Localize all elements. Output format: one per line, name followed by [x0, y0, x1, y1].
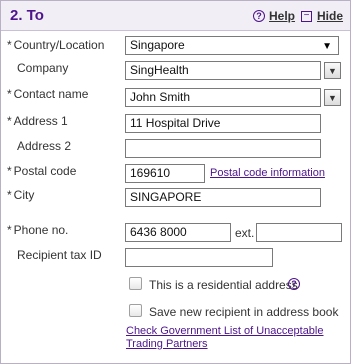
address1-label: * Address 1	[7, 114, 68, 128]
government-list-link[interactable]: Check Government List of Unacceptable	[126, 325, 324, 337]
phone-field[interactable]: 6436 8000	[125, 223, 231, 242]
hide-label: Hide	[317, 9, 344, 23]
chevron-down-icon: ▼	[328, 65, 337, 76]
postal-label: * Postal code	[7, 164, 77, 178]
contact-dropdown-button[interactable]: ▼	[324, 89, 341, 106]
save-recipient-label: Save new recipient in address book	[149, 305, 339, 319]
collapse-icon: −	[301, 10, 312, 22]
help-icon[interactable]: ?	[288, 278, 300, 290]
save-recipient-checkbox[interactable]	[129, 304, 142, 317]
hide-link[interactable]: − Hide	[301, 9, 343, 23]
city-field[interactable]: SINGAPORE	[125, 188, 321, 207]
company-label: Company	[17, 61, 69, 75]
phone-ext-field[interactable]	[256, 223, 342, 242]
postal-code-info-link[interactable]: Postal code information	[210, 167, 325, 179]
address1-field[interactable]: 11 Hospital Drive	[125, 114, 321, 133]
government-list-link-line2[interactable]: Trading Partners	[126, 338, 208, 350]
help-icon: ?	[253, 10, 265, 22]
postal-code-field[interactable]: 169610	[125, 164, 205, 183]
ext-label: ext.	[235, 226, 255, 240]
residential-checkbox[interactable]	[129, 277, 142, 290]
required-mark: *	[7, 38, 12, 52]
residential-label: This is a residential address	[149, 278, 298, 292]
phone-label: * Phone no.	[7, 223, 69, 237]
chevron-down-icon: ▼	[328, 92, 337, 103]
section-title: 2. To	[10, 7, 44, 24]
company-dropdown-button[interactable]: ▼	[324, 62, 341, 79]
section-header: 2. To ? Help − Hide	[1, 1, 350, 31]
tax-id-label: Recipient tax ID	[17, 248, 102, 262]
help-link[interactable]: ? Help	[253, 9, 295, 23]
contact-label: * Contact name	[7, 87, 89, 101]
country-label: * Country/Location	[7, 38, 105, 52]
address2-label: Address 2	[17, 139, 72, 153]
help-label: Help	[269, 9, 296, 23]
company-field[interactable]: SingHealth	[125, 61, 321, 80]
recipient-panel: 2. To ? Help − Hide * Country/Location Si…	[0, 0, 351, 364]
city-label: * City	[7, 188, 35, 202]
contact-name-field[interactable]: John Smith	[125, 88, 321, 107]
country-select[interactable]: Singapore ▼	[125, 36, 339, 55]
address2-field[interactable]	[125, 139, 321, 158]
tax-id-field[interactable]	[125, 248, 273, 267]
chevron-down-icon: ▼	[322, 41, 332, 52]
